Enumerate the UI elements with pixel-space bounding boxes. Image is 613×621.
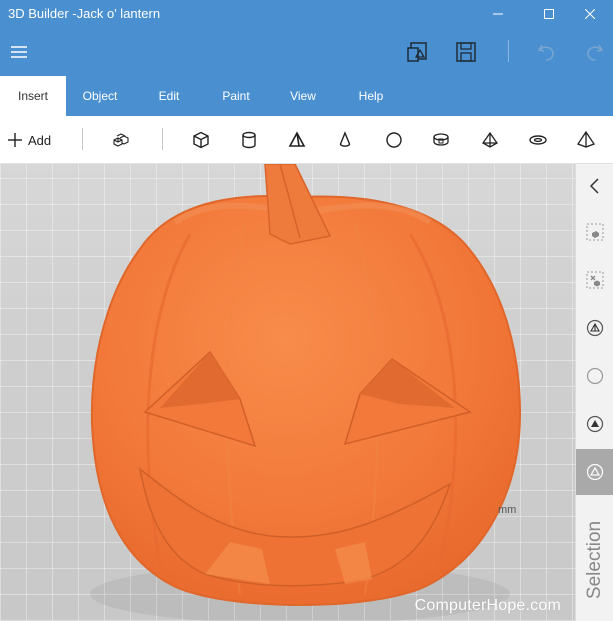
tab-paint[interactable]: Paint [203,76,269,116]
tool-cube[interactable] [189,128,213,152]
deselect-objects-button[interactable] [585,270,605,290]
tool-octahedron[interactable] [574,128,598,152]
minimize-icon [493,13,503,15]
selection-label-container: Selection [576,500,613,620]
cube-group-icon [113,133,129,147]
torus-box-icon [433,133,449,146]
redo-button[interactable] [582,40,606,64]
3d-viewport[interactable]: mm ComputerHope.com [0,164,575,621]
undo-button[interactable] [535,40,559,64]
cylinder-icon [242,131,256,149]
select-objects-button[interactable] [585,222,605,242]
selection-label: Selection [584,520,605,600]
select-triangle-button[interactable] [585,462,605,482]
chevron-left-icon [589,178,599,194]
ribbon-tabs: Insert Object Edit Paint View Help [0,76,613,116]
maximize-button[interactable] [526,0,572,28]
sphere-icon [386,132,402,148]
select-face-button[interactable] [585,414,605,434]
menu-icon [11,46,27,58]
tool-torus-box[interactable] [429,128,453,152]
pyramid-icon [482,131,498,148]
add-label: Add [28,132,52,148]
menu-button[interactable] [10,44,30,60]
cone-icon [339,131,351,147]
tetrahedron-icon [288,131,306,147]
selection-panel: Selection [575,164,613,621]
maximize-icon [544,9,554,19]
save-icon [456,42,476,62]
tab-help[interactable]: Help [338,76,404,116]
3d-print-icon [407,42,427,62]
tab-object[interactable]: Object [67,76,133,116]
tab-edit[interactable]: Edit [136,76,202,116]
select-mesh-button[interactable] [585,318,605,338]
plus-icon [8,133,22,147]
select-face-icon [586,415,604,433]
jack-o-lantern-model[interactable] [0,164,575,621]
window-title: 3D Builder -Jack o' lantern [8,6,161,21]
undo-icon [537,44,554,61]
add-button[interactable]: Add [8,128,51,152]
octahedron-icon [577,131,595,148]
save-button[interactable] [454,40,478,64]
tool-sphere[interactable] [382,128,406,152]
select-object-icon [586,223,604,241]
3d-print-button[interactable] [405,40,429,64]
close-button[interactable] [567,0,613,28]
select-sphere-icon [586,367,604,385]
title-bar: 3D Builder -Jack o' lantern [0,0,613,28]
close-icon [585,9,595,19]
tool-pyramid[interactable] [478,128,502,152]
torus-icon [529,135,547,145]
select-object-x-icon [586,271,604,289]
tool-tetrahedron[interactable] [285,128,309,152]
tab-view[interactable]: View [270,76,336,116]
minimize-button[interactable] [475,0,521,28]
tool-torus[interactable] [526,128,550,152]
collapse-panel-button[interactable] [585,176,605,196]
toolbar-separator [162,128,163,150]
tool-cylinder[interactable] [237,128,261,152]
watermark: ComputerHope.com [414,597,561,614]
scale-unit-label: mm [498,504,517,516]
toolbar-separator [82,128,83,150]
select-mesh-icon [586,319,604,337]
select-sphere-button[interactable] [585,366,605,386]
select-triangle-icon [586,463,604,481]
tool-cube-group[interactable] [109,128,133,152]
cube-icon [193,131,209,149]
appbar-separator [508,40,509,62]
app-bar [0,28,613,76]
tab-insert[interactable]: Insert [0,76,66,116]
redo-icon [587,44,604,61]
insert-toolbar: Add [0,116,613,164]
tool-cone[interactable] [333,128,357,152]
